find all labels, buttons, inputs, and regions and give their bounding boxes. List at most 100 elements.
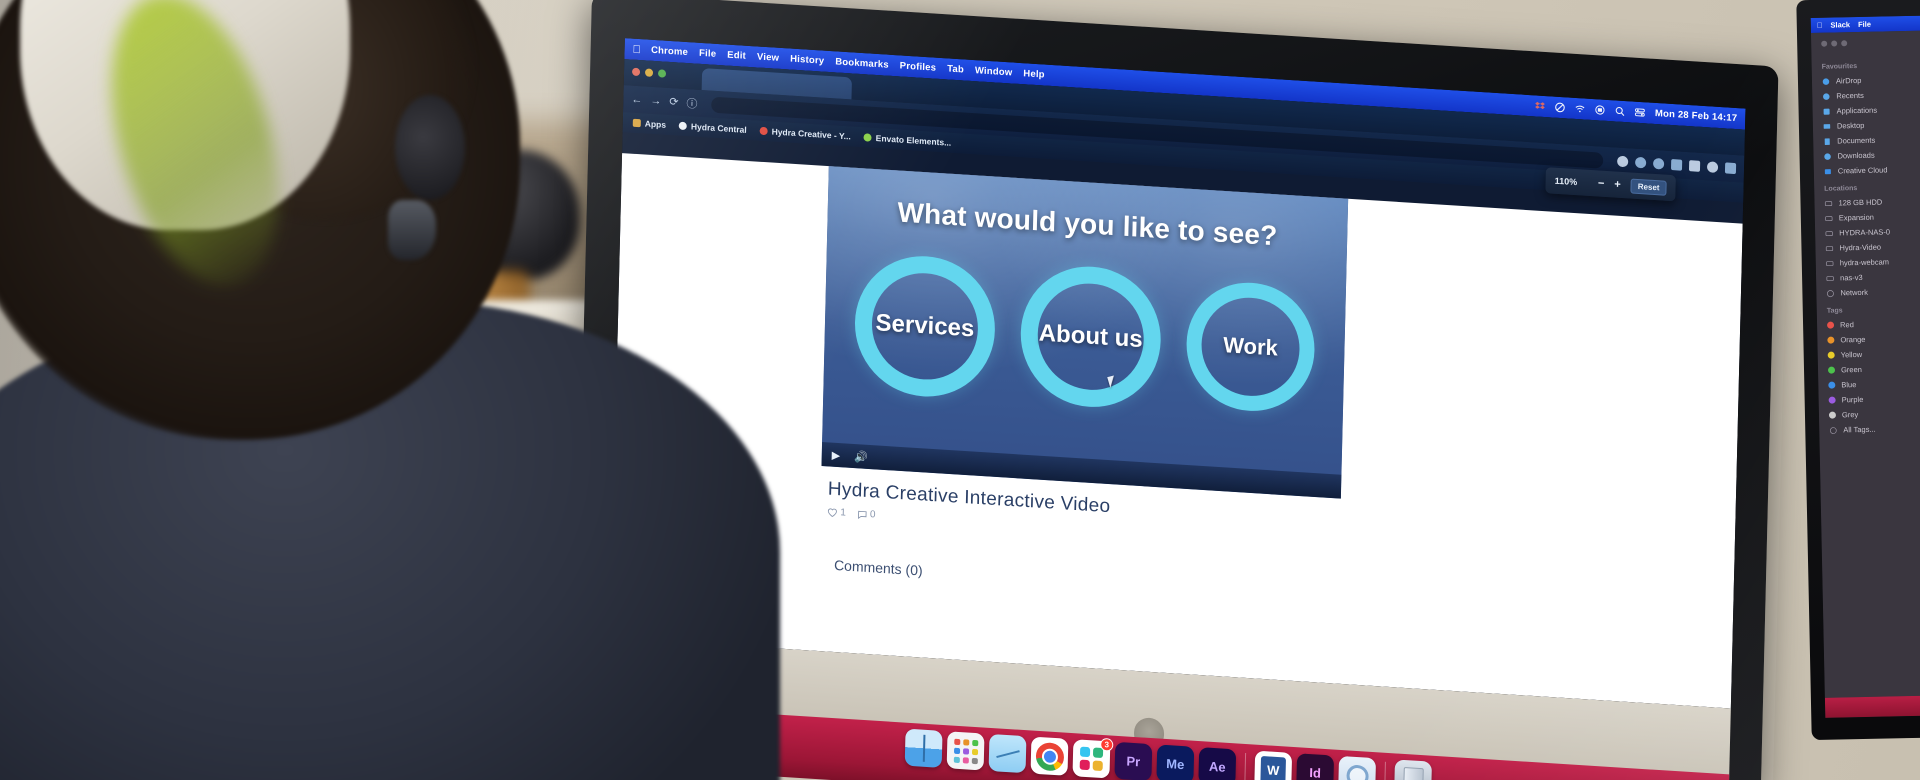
no-entry-icon[interactable] <box>1554 102 1565 114</box>
menu-item-edit[interactable]: Edit <box>727 50 746 62</box>
sidebar-tag-grey[interactable]: Grey <box>1819 404 1920 423</box>
sidebar-tag-red[interactable]: Red <box>1817 314 1920 333</box>
profile-avatar-icon[interactable] <box>1706 161 1719 173</box>
finder-sidebar[interactable]: Favourites AirDrop Recents Applications … <box>1810 29 1920 698</box>
zoom-reset-button[interactable]: Reset <box>1630 178 1667 196</box>
menu-item-help[interactable]: Help <box>1023 68 1045 80</box>
premiere-pro-icon[interactable]: Pr <box>1114 741 1153 780</box>
sidebar-item-label: AirDrop <box>1835 75 1862 86</box>
launchpad-icon[interactable] <box>946 731 985 771</box>
downloads-icon <box>1824 152 1831 160</box>
minimise-button[interactable] <box>644 68 654 77</box>
tag-label: Grey <box>1841 410 1859 420</box>
zoom-out-button[interactable]: − <box>1598 177 1605 189</box>
menu-item-file[interactable]: File <box>1858 20 1871 29</box>
maximise-button[interactable] <box>657 69 667 78</box>
media-encoder-icon[interactable]: Me <box>1156 744 1195 780</box>
finder-traffic-lights[interactable] <box>1811 37 1920 57</box>
after-effects-icon[interactable]: Ae <box>1198 747 1237 780</box>
menubar-clock[interactable]: Mon 28 Feb 14:17 <box>1655 108 1738 124</box>
bookmark-star-icon[interactable] <box>1688 160 1701 172</box>
network-drive-icon <box>1825 245 1834 251</box>
menu-item-bookmarks[interactable]: Bookmarks <box>835 56 889 70</box>
finder-icon[interactable] <box>904 728 943 768</box>
tag-label: Green <box>1840 364 1862 375</box>
sidebar-item-label: Desktop <box>1836 120 1865 131</box>
bookmark-hydra-central[interactable]: Hydra Central <box>678 121 747 135</box>
menu-item-slack[interactable]: Slack <box>1830 20 1850 29</box>
like-count[interactable]: 1 <box>827 506 846 519</box>
menu-item-view[interactable]: View <box>757 51 780 63</box>
sidebar-item-label: Network <box>1840 287 1869 298</box>
wifi-icon[interactable] <box>1574 103 1585 115</box>
forward-icon[interactable]: → <box>650 94 661 107</box>
tags-heading: Tags <box>1826 307 1843 315</box>
sidebar-item-label: 128 GB HDD <box>1838 197 1883 208</box>
second-monitor:  Slack File Favourites AirDrop Recents … <box>1796 0 1920 741</box>
chrome-toolbar-icons[interactable] <box>1617 155 1737 175</box>
window-traffic-lights[interactable] <box>631 67 667 78</box>
menu-item-history[interactable]: History <box>790 54 824 67</box>
preview-icon[interactable] <box>1338 755 1377 780</box>
tag-dot <box>1827 366 1836 374</box>
back-icon[interactable]: ← <box>631 93 642 106</box>
extension-icon[interactable] <box>1635 156 1647 169</box>
battery-icon[interactable] <box>1594 104 1605 116</box>
site-info-icon[interactable]: ⓘ <box>686 95 697 112</box>
close-button[interactable] <box>631 67 641 77</box>
bookmark-envato-elements[interactable]: Envato Elements... <box>863 132 952 148</box>
menubar-status-icons[interactable] <box>1534 100 1645 118</box>
reload-icon[interactable]: ⟳ <box>669 95 679 109</box>
envato-favicon <box>863 133 872 142</box>
pin-icon[interactable] <box>1652 157 1665 170</box>
menu-item-chrome[interactable]: Chrome <box>651 45 688 58</box>
trash-icon[interactable] <box>1394 759 1432 780</box>
imac-screen:  Chrome File Edit View History Bookmark… <box>610 38 1746 709</box>
play-icon[interactable]: ▶ <box>832 448 841 462</box>
second-monitor-screen:  Slack File Favourites AirDrop Recents … <box>1810 14 1920 718</box>
menu-item-tab[interactable]: Tab <box>947 63 964 75</box>
external-drive-icon <box>1825 215 1833 221</box>
tag-label: Blue <box>1841 380 1857 390</box>
choice-button-work[interactable]: Work <box>1185 278 1317 415</box>
menu-item-window[interactable]: Window <box>975 65 1013 78</box>
choice-button-about-us[interactable]: About us <box>1019 262 1163 412</box>
sidebar-tag-green[interactable]: Green <box>1818 359 1920 378</box>
network-drive-icon <box>1825 230 1833 236</box>
sidebar-tag-purple[interactable]: Purple <box>1819 389 1920 408</box>
apple-icon[interactable]:  <box>632 43 641 56</box>
choice-label: Work <box>1222 332 1279 361</box>
sidebar-tag-orange[interactable]: Orange <box>1817 329 1920 348</box>
tag-dot <box>1828 396 1836 404</box>
bookmark-hydra-creative[interactable]: Hydra Creative - Y... <box>759 126 851 141</box>
bookmark-label: Envato Elements... <box>875 133 952 148</box>
mail-icon[interactable] <box>988 733 1027 774</box>
slack-icon[interactable]: 3 <box>1072 737 1114 779</box>
sidebar-all-tags[interactable]: All Tags... <box>1819 419 1920 438</box>
second-monitor-dock[interactable] <box>1824 693 1920 718</box>
menu-kebab-icon[interactable] <box>1724 162 1737 175</box>
volume-icon[interactable]: 🔊 <box>854 450 868 464</box>
apple-icon[interactable]:  <box>1817 21 1823 30</box>
sidebar-tag-yellow[interactable]: Yellow <box>1818 344 1920 363</box>
sidebar-tag-blue[interactable]: Blue <box>1818 374 1920 393</box>
menu-item-profiles[interactable]: Profiles <box>900 60 937 73</box>
hard-disk-icon <box>1824 200 1833 206</box>
menu-item-file[interactable]: File <box>699 48 716 60</box>
video-player[interactable]: What would you like to see? Services Abo… <box>821 166 1349 499</box>
comment-bubble-icon <box>857 510 867 519</box>
control-centre-icon[interactable] <box>1634 107 1645 119</box>
zoom-magnifier-icon[interactable] <box>1617 155 1629 168</box>
word-icon[interactable]: W <box>1254 750 1293 780</box>
zoom-in-button[interactable]: + <box>1614 178 1621 190</box>
sidebar-item-label: nas-v3 <box>1840 272 1863 283</box>
search-icon[interactable] <box>1614 105 1625 117</box>
choice-button-services[interactable]: Services <box>853 251 997 401</box>
share-icon[interactable] <box>1670 159 1683 171</box>
dropbox-icon[interactable] <box>1534 100 1545 112</box>
bookmark-apps[interactable]: Apps <box>632 118 666 130</box>
comment-count[interactable]: 0 <box>857 508 876 520</box>
chrome-icon[interactable] <box>1030 736 1069 776</box>
indesign-icon[interactable]: Id <box>1296 753 1335 780</box>
favourites-heading: Favourites <box>1821 63 1858 71</box>
